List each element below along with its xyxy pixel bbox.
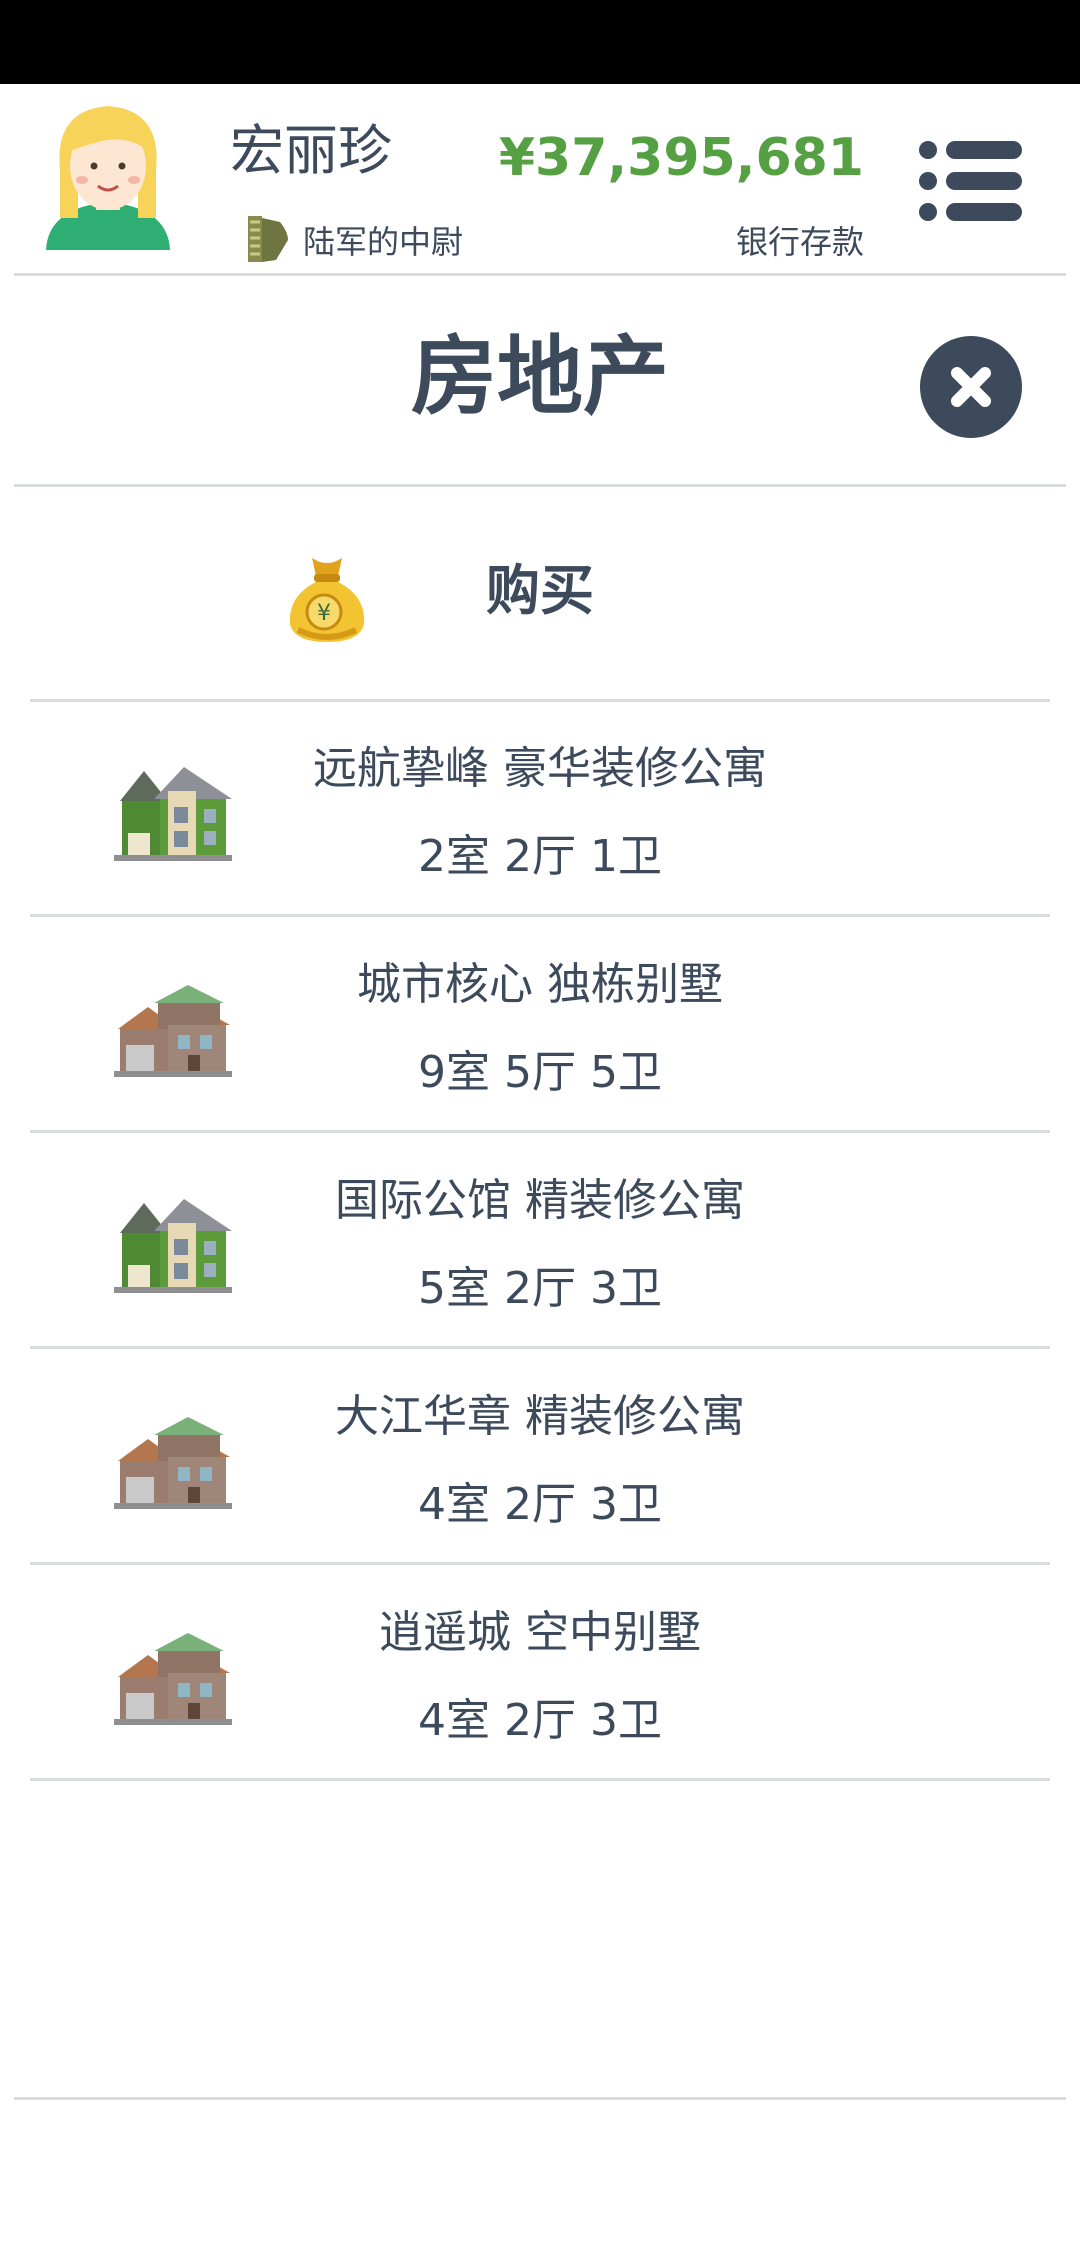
bank-balance: ¥37,395,681	[498, 128, 864, 188]
buy-label: 购买	[486, 559, 594, 622]
property-name: 远航挚峰 豪华装修公寓	[313, 743, 767, 794]
property-name: 城市核心 独栋别墅	[357, 959, 723, 1010]
rank-label: 陆军的中尉	[303, 223, 464, 261]
property-list: 远航挚峰 豪华装修公寓 2室 2厅 1卫 城市核心 独栋别墅 9室 5厅 5卫	[30, 701, 1050, 1781]
property-rooms: 4室 2厅 3卫	[418, 1479, 662, 1530]
property-item[interactable]: 远航挚峰 豪华装修公寓 2室 2厅 1卫	[30, 701, 1050, 917]
footer-divider	[14, 2097, 1066, 2100]
property-name: 逍遥城 空中别墅	[379, 1607, 701, 1658]
player-name: 宏丽珍	[230, 119, 392, 182]
header-divider	[14, 273, 1066, 276]
property-rooms: 4室 2厅 3卫	[418, 1695, 662, 1746]
property-rooms: 9室 5厅 5卫	[418, 1047, 662, 1098]
menu-button[interactable]	[918, 138, 1024, 224]
avatar	[46, 106, 170, 250]
status-bar	[0, 0, 1080, 84]
page-title: 房地产	[411, 327, 669, 427]
property-name: 大江华章 精装修公寓	[335, 1391, 745, 1442]
buy-button[interactable]: ¥ 购买	[30, 532, 1050, 702]
profile-header: 宏丽珍 陆军的中尉 ¥37,395,681 银行存款	[0, 84, 1080, 274]
property-rooms: 2室 2厅 1卫	[418, 831, 662, 882]
close-button[interactable]	[920, 336, 1022, 438]
property-item[interactable]: 逍遥城 空中别墅 4室 2厅 3卫	[30, 1565, 1050, 1781]
property-item[interactable]: 城市核心 独栋别墅 9室 5厅 5卫	[30, 917, 1050, 1133]
property-name: 国际公馆 精装修公寓	[335, 1175, 745, 1226]
title-divider	[14, 484, 1066, 487]
property-item[interactable]: 国际公馆 精装修公寓 5室 2厅 3卫	[30, 1133, 1050, 1349]
close-icon	[951, 367, 991, 407]
bank-balance-label: 银行存款	[735, 223, 864, 261]
property-item[interactable]: 大江华章 精装修公寓 4室 2厅 3卫	[30, 1349, 1050, 1565]
property-rooms: 5室 2厅 3卫	[418, 1263, 662, 1314]
rank-insignia-icon	[248, 216, 288, 262]
